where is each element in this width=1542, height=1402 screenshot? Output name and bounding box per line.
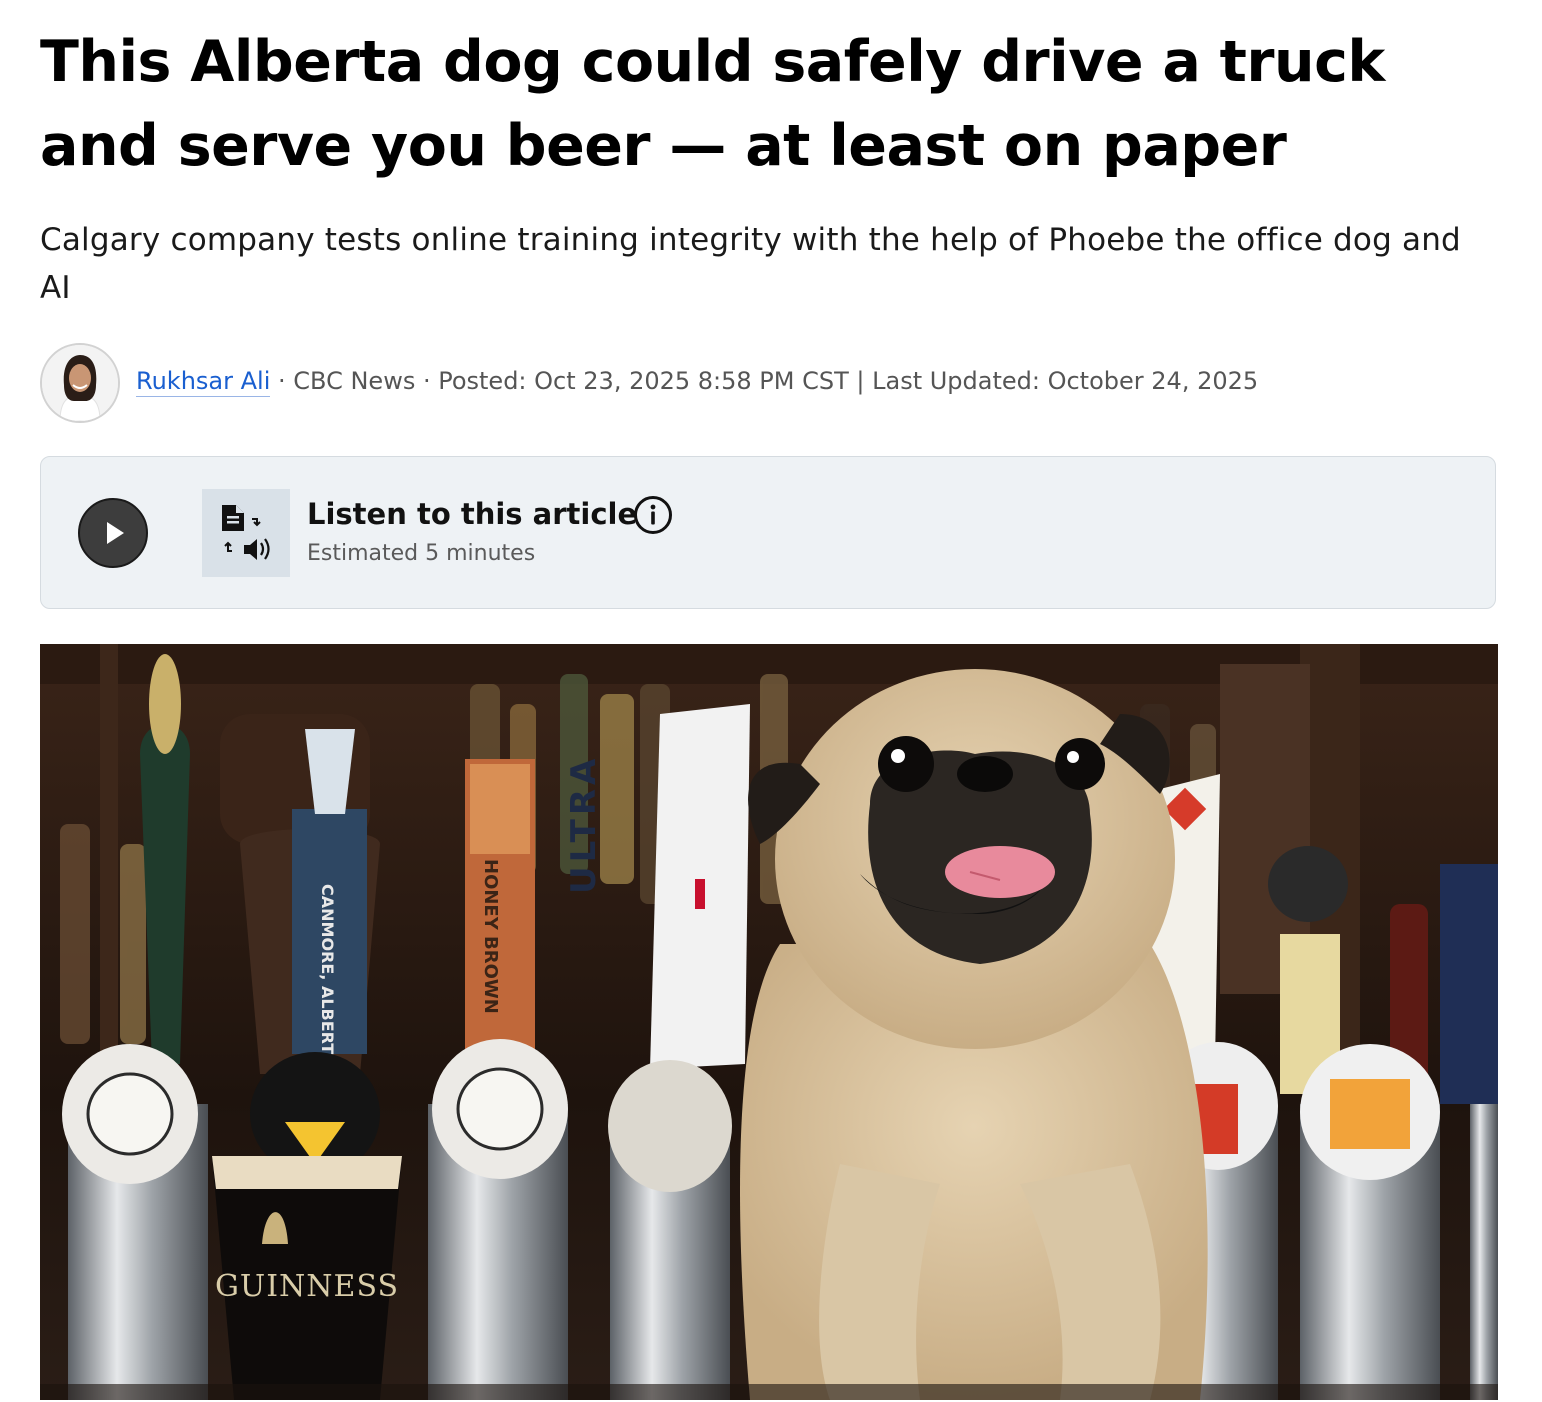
play-icon [107, 522, 124, 544]
author-avatar[interactable] [40, 343, 120, 423]
byline-separator: · [270, 367, 294, 395]
glass-label: GUINNESS [215, 1269, 399, 1304]
play-button[interactable] [78, 498, 148, 568]
byline-divider: | [848, 367, 873, 395]
pug-at-bar-photo: CANMORE, ALBERTA HONEY BROWN ULTRA GUINN… [40, 644, 1498, 1400]
article-headline: This Alberta dog could safely drive a tr… [40, 29, 1385, 179]
byline-outlet: CBC News [293, 367, 416, 395]
byline: Rukhsar Ali · CBC News · Posted: Oct 23,… [40, 343, 1500, 423]
tap-label-honey-brown: HONEY BROWN [480, 859, 501, 1014]
listen-title: Listen to this article [307, 497, 638, 531]
guinness-glass: GUINNESS [212, 1156, 402, 1400]
article-deck: Calgary company tests online training in… [40, 222, 1461, 306]
byline-text: Rukhsar Ali · CBC News · Posted: Oct 23,… [136, 365, 1258, 397]
listen-duration: Estimated 5 minutes [307, 541, 536, 566]
byline-separator: · [415, 367, 439, 395]
pug-dog [740, 669, 1208, 1400]
author-link[interactable]: Rukhsar Ali [136, 367, 271, 397]
text-to-speech-icon [202, 489, 290, 577]
tap-label-ultra: ULTRA [564, 755, 604, 894]
audio-player: Listen to this article Estimated 5 minut… [40, 456, 1496, 609]
article-hero-image: CANMORE, ALBERTA HONEY BROWN ULTRA GUINN… [40, 644, 1498, 1400]
posted-date: Posted: Oct 23, 2025 8:58 PM CST [438, 367, 849, 395]
updated-date: Last Updated: October 24, 2025 [872, 367, 1259, 395]
info-icon[interactable] [633, 495, 673, 535]
tap-label-canmore: CANMORE, ALBERTA [318, 884, 337, 1066]
